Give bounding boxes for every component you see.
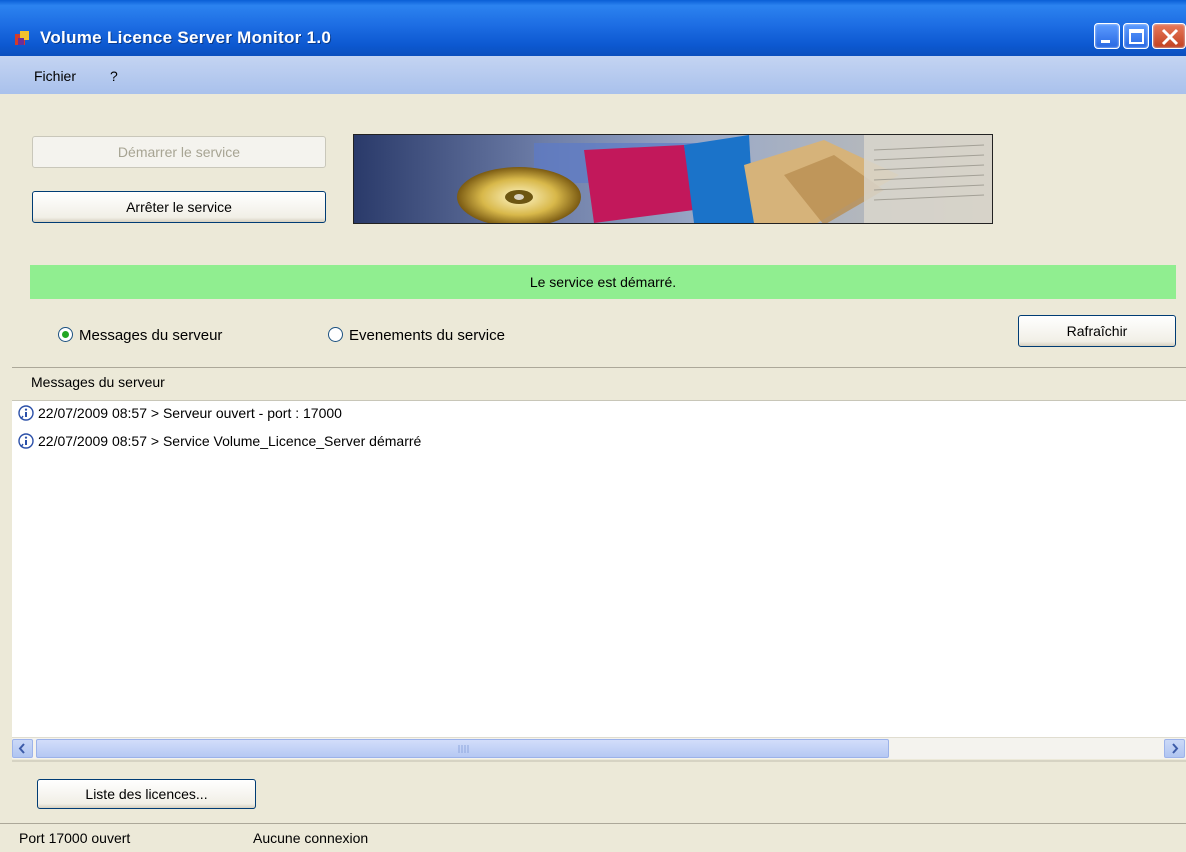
status-port: Port 17000 ouvert <box>19 830 131 846</box>
radio-service-events[interactable]: Evenements du service <box>328 326 505 346</box>
radio-unchecked-icon <box>328 326 343 342</box>
grip-icon <box>458 745 469 753</box>
radio-server-messages[interactable]: Messages du serveur <box>58 326 222 346</box>
divider <box>12 760 1186 762</box>
menu-fichier[interactable]: Fichier <box>34 68 76 84</box>
banner-image <box>353 134 993 224</box>
radio-checked-icon <box>58 326 73 342</box>
scroll-left-button[interactable] <box>12 739 33 758</box>
scroll-right-button[interactable] <box>1164 739 1185 758</box>
list-header <box>12 367 1186 401</box>
minimize-button[interactable] <box>1094 23 1120 49</box>
maximize-icon <box>1129 29 1144 44</box>
chevron-left-icon <box>18 743 25 754</box>
start-service-button[interactable]: Démarrer le service <box>32 136 326 168</box>
refresh-button[interactable]: Rafraîchir <box>1018 315 1176 347</box>
window-title: Volume Licence Server Monitor 1.0 <box>40 28 332 47</box>
list-item[interactable]: 22/07/2009 08:57 > Service Volume_Licenc… <box>18 430 421 452</box>
horizontal-scrollbar[interactable] <box>12 737 1186 759</box>
radio-service-events-label: Evenements du service <box>349 327 505 344</box>
log-text: 22/07/2009 08:57 > Serveur ouvert - port… <box>38 405 342 421</box>
minimize-icon <box>1101 40 1110 43</box>
status-bar <box>0 823 1186 852</box>
list-item[interactable]: 22/07/2009 08:57 > Serveur ouvert - port… <box>18 402 342 424</box>
info-icon <box>18 405 34 421</box>
menu-help[interactable]: ? <box>110 68 118 84</box>
app-icon <box>15 31 29 45</box>
menu-bar <box>0 56 1186 94</box>
status-connection: Aucune connexion <box>253 830 369 846</box>
info-icon <box>18 433 34 449</box>
title-bar[interactable]: Volume Licence Server Monitor 1.0 <box>0 0 1186 56</box>
maximize-button[interactable] <box>1123 23 1149 49</box>
list-header-title: Messages du serveur <box>31 374 165 390</box>
log-text: 22/07/2009 08:57 > Service Volume_Licenc… <box>38 433 422 449</box>
close-button[interactable] <box>1152 23 1186 49</box>
licenses-list-button[interactable]: Liste des licences... <box>37 779 256 809</box>
scrollbar-thumb[interactable] <box>36 739 889 758</box>
service-status-strip: Le service est démarré. <box>30 265 1176 299</box>
stop-service-button[interactable]: Arrêter le service <box>32 191 326 223</box>
chevron-right-icon <box>1172 743 1179 754</box>
radio-server-messages-label: Messages du serveur <box>79 327 223 344</box>
app-window: Volume Licence Server Monitor 1.0 Fichie… <box>0 0 1186 852</box>
close-icon <box>1161 28 1179 46</box>
